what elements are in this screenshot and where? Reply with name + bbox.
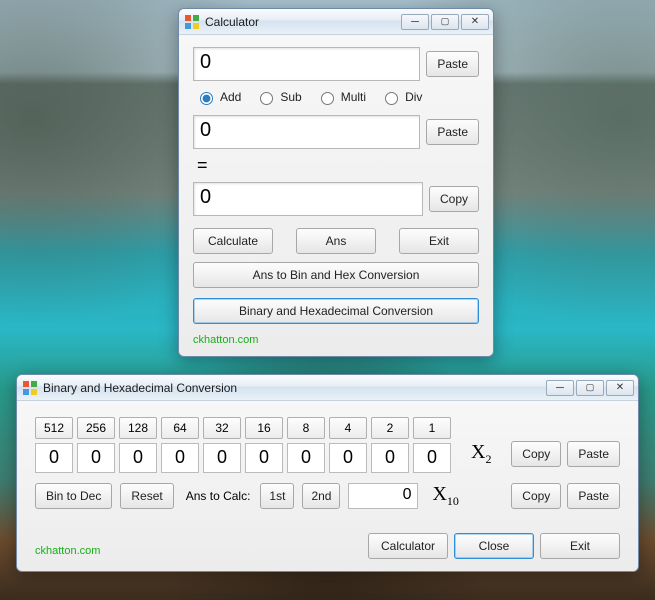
titlebar[interactable]: Binary and Hexadecimal Conversion [17,375,638,401]
bit-weight-16: 16 [245,417,283,439]
app-icon [23,381,37,395]
bit-value-row: 0000000000 [35,443,451,473]
paste-decimal-button[interactable]: Paste [567,483,620,509]
bit-weight-512: 512 [35,417,73,439]
result-output[interactable]: 0 [193,182,423,216]
copy-result-button[interactable]: Copy [429,186,479,212]
footer-link[interactable]: ckhatton.com [35,545,100,557]
calculator-window: Calculator 0 Paste Add Sub Multi Div 0 P… [178,8,494,357]
bit-input-4[interactable]: 0 [329,443,367,473]
window-title: Calculator [205,15,401,29]
equals-label: = [197,155,479,176]
open-binhex-button[interactable]: Binary and Hexadecimal Conversion [193,298,479,324]
bit-input-1[interactable]: 0 [413,443,451,473]
base2-label: X2 [471,441,491,467]
radio-div-input[interactable] [385,92,398,105]
radio-multi-input[interactable] [321,92,334,105]
bit-input-256[interactable]: 0 [77,443,115,473]
radio-sub[interactable]: Sub [255,89,301,105]
close-button[interactable]: Close [454,533,534,559]
bit-input-64[interactable]: 0 [161,443,199,473]
bit-input-128[interactable]: 0 [119,443,157,473]
bit-weight-128: 128 [119,417,157,439]
operand2-input[interactable]: 0 [193,115,420,149]
minimize-button[interactable] [546,380,574,396]
exit-button[interactable]: Exit [399,228,479,254]
maximize-button[interactable] [431,14,459,30]
decimal-input[interactable]: 0 [348,483,418,509]
close-window-button[interactable] [606,380,634,396]
bit-input-16[interactable]: 0 [245,443,283,473]
copy-decimal-button[interactable]: Copy [511,483,561,509]
bit-weight-256: 256 [77,417,115,439]
ans-to-calc-label: Ans to Calc: [186,489,251,503]
maximize-button[interactable] [576,380,604,396]
bit-weight-2: 2 [371,417,409,439]
bit-input-2[interactable]: 0 [371,443,409,473]
radio-add[interactable]: Add [195,89,241,105]
bit-input-512[interactable]: 0 [35,443,73,473]
paste-binary-button[interactable]: Paste [567,441,620,467]
bit-weight-4: 4 [329,417,367,439]
ans-button[interactable]: Ans [296,228,376,254]
app-icon [185,15,199,29]
radio-sub-input[interactable] [260,92,273,105]
radio-div[interactable]: Div [380,89,422,105]
calculate-button[interactable]: Calculate [193,228,273,254]
bit-weight-header-row: 5122561286432168421 [35,417,451,439]
minimize-button[interactable] [401,14,429,30]
radio-multi[interactable]: Multi [316,89,366,105]
bin-to-dec-button[interactable]: Bin to Dec [35,483,112,509]
reset-button[interactable]: Reset [120,483,173,509]
base10-label: X10 [432,483,458,509]
radio-add-input[interactable] [200,92,213,105]
paste-operand1-button[interactable]: Paste [426,51,479,77]
bit-input-32[interactable]: 0 [203,443,241,473]
titlebar[interactable]: Calculator [179,9,493,35]
window-title: Binary and Hexadecimal Conversion [43,381,546,395]
paste-operand2-button[interactable]: Paste [426,119,479,145]
binhex-window: Binary and Hexadecimal Conversion 512256… [16,374,639,572]
operation-radios: Add Sub Multi Div [195,89,479,105]
ans-to-calc-2nd-button[interactable]: 2nd [302,483,340,509]
bit-weight-32: 32 [203,417,241,439]
bit-weight-8: 8 [287,417,325,439]
ans-to-binhex-button[interactable]: Ans to Bin and Hex Conversion [193,262,479,288]
bit-input-8[interactable]: 0 [287,443,325,473]
bit-weight-64: 64 [161,417,199,439]
copy-binary-button[interactable]: Copy [511,441,561,467]
footer-link[interactable]: ckhatton.com [193,334,479,346]
close-window-button[interactable] [461,14,489,30]
ans-to-calc-1st-button[interactable]: 1st [260,483,294,509]
operand1-input[interactable]: 0 [193,47,420,81]
open-calculator-button[interactable]: Calculator [368,533,448,559]
bit-weight-1: 1 [413,417,451,439]
exit-button[interactable]: Exit [540,533,620,559]
